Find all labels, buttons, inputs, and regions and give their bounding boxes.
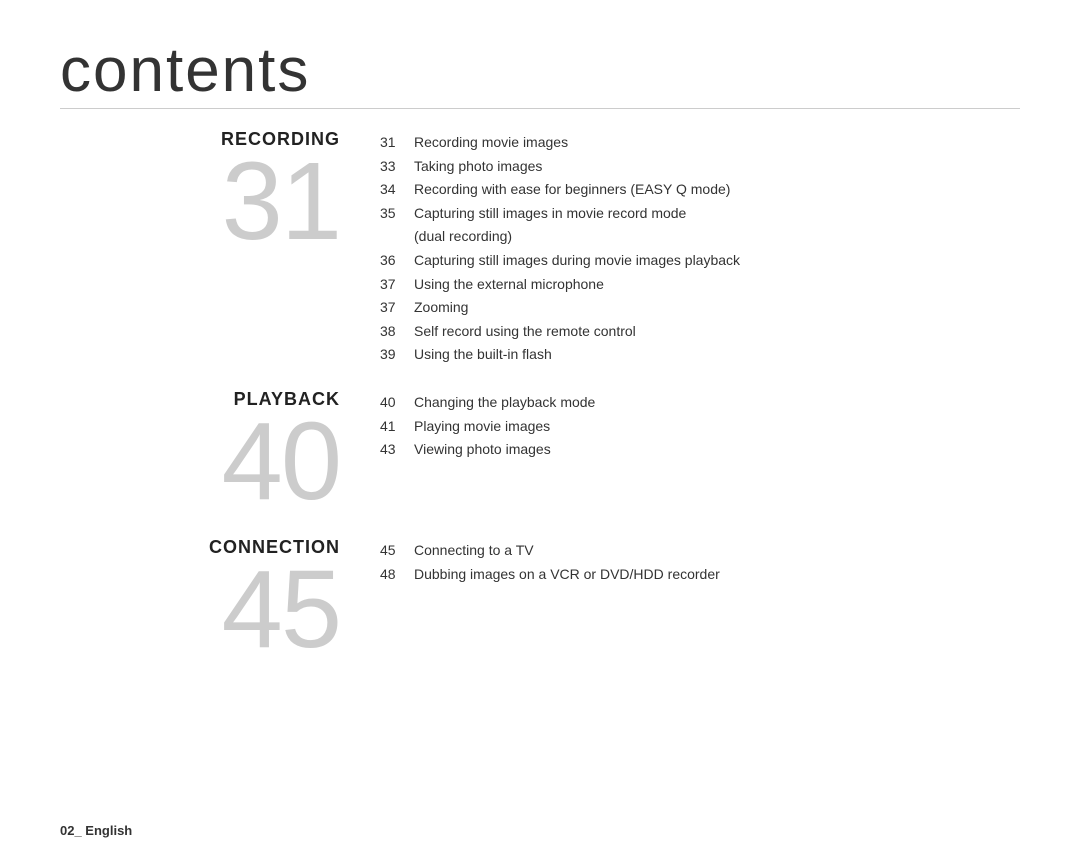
entry-text: Viewing photo images <box>414 440 551 460</box>
entry-page: 33 <box>380 158 414 174</box>
entry-page: 35 <box>380 205 414 221</box>
entry-page: 37 <box>380 299 414 315</box>
entry-page: 31 <box>380 134 414 150</box>
playback-left: PLAYBACK 40 <box>60 389 380 517</box>
entry-text: Capturing still images in movie record m… <box>414 204 686 224</box>
entry-text: Dubbing images on a VCR or DVD/HDD recor… <box>414 565 720 585</box>
entry-page: 45 <box>380 542 414 558</box>
entry-text: (dual recording) <box>414 227 512 247</box>
list-item: 40 Changing the playback mode <box>380 393 1020 413</box>
connection-entries: 45 Connecting to a TV 48 Dubbing images … <box>380 537 1020 588</box>
list-item: 37 Using the external microphone <box>380 275 1020 295</box>
list-item: 39 Using the built-in flash <box>380 345 1020 365</box>
list-item: 31 Recording movie images <box>380 133 1020 153</box>
list-item: 48 Dubbing images on a VCR or DVD/HDD re… <box>380 565 1020 585</box>
entry-page: 43 <box>380 441 414 457</box>
list-item: 41 Playing movie images <box>380 417 1020 437</box>
list-item: 43 Viewing photo images <box>380 440 1020 460</box>
entry-text: Changing the playback mode <box>414 393 595 413</box>
entry-text: Capturing still images during movie imag… <box>414 251 740 271</box>
page-title: contents <box>60 40 1020 102</box>
recording-number: 31 <box>222 147 340 257</box>
entry-page: 34 <box>380 181 414 197</box>
connection-section: CONNECTION 45 45 Connecting to a TV 48 D… <box>60 537 1020 665</box>
entry-text: Taking photo images <box>414 157 542 177</box>
footer-text: 02_ English <box>60 823 132 838</box>
list-item: 33 Taking photo images <box>380 157 1020 177</box>
recording-entries: 31 Recording movie images 33 Taking phot… <box>380 129 1020 369</box>
entry-text: Using the built-in flash <box>414 345 552 365</box>
playback-section: PLAYBACK 40 40 Changing the playback mod… <box>60 389 1020 517</box>
playback-entries: 40 Changing the playback mode 41 Playing… <box>380 389 1020 464</box>
entry-text: Using the external microphone <box>414 275 604 295</box>
entry-text: Recording with ease for beginners (EASY … <box>414 180 730 200</box>
entry-page: 38 <box>380 323 414 339</box>
list-item: 37 Zooming <box>380 298 1020 318</box>
list-item: 36 Capturing still images during movie i… <box>380 251 1020 271</box>
list-item: 35 Capturing still images in movie recor… <box>380 204 1020 224</box>
entry-page: 39 <box>380 346 414 362</box>
entry-text: Self record using the remote control <box>414 322 636 342</box>
entry-page: 36 <box>380 252 414 268</box>
entry-text: Connecting to a TV <box>414 541 534 561</box>
page: contents RECORDING 31 31 Recording movie… <box>0 0 1080 866</box>
entry-text: Zooming <box>414 298 468 318</box>
content-area: RECORDING 31 31 Recording movie images 3… <box>60 129 1020 685</box>
list-item: 34 Recording with ease for beginners (EA… <box>380 180 1020 200</box>
entry-page: 40 <box>380 394 414 410</box>
list-item: 38 Self record using the remote control <box>380 322 1020 342</box>
entry-page: 48 <box>380 566 414 582</box>
entry-page: 41 <box>380 418 414 434</box>
list-item: 45 Connecting to a TV <box>380 541 1020 561</box>
entry-page: 37 <box>380 276 414 292</box>
title-section: contents <box>60 40 1020 109</box>
connection-number: 45 <box>222 555 340 665</box>
title-underline <box>60 108 1020 109</box>
recording-section: RECORDING 31 31 Recording movie images 3… <box>60 129 1020 369</box>
connection-left: CONNECTION 45 <box>60 537 380 665</box>
list-item: 00 (dual recording) <box>380 227 1020 247</box>
playback-number: 40 <box>222 407 340 517</box>
entry-text: Playing movie images <box>414 417 550 437</box>
entry-text: Recording movie images <box>414 133 568 153</box>
recording-left: RECORDING 31 <box>60 129 380 257</box>
